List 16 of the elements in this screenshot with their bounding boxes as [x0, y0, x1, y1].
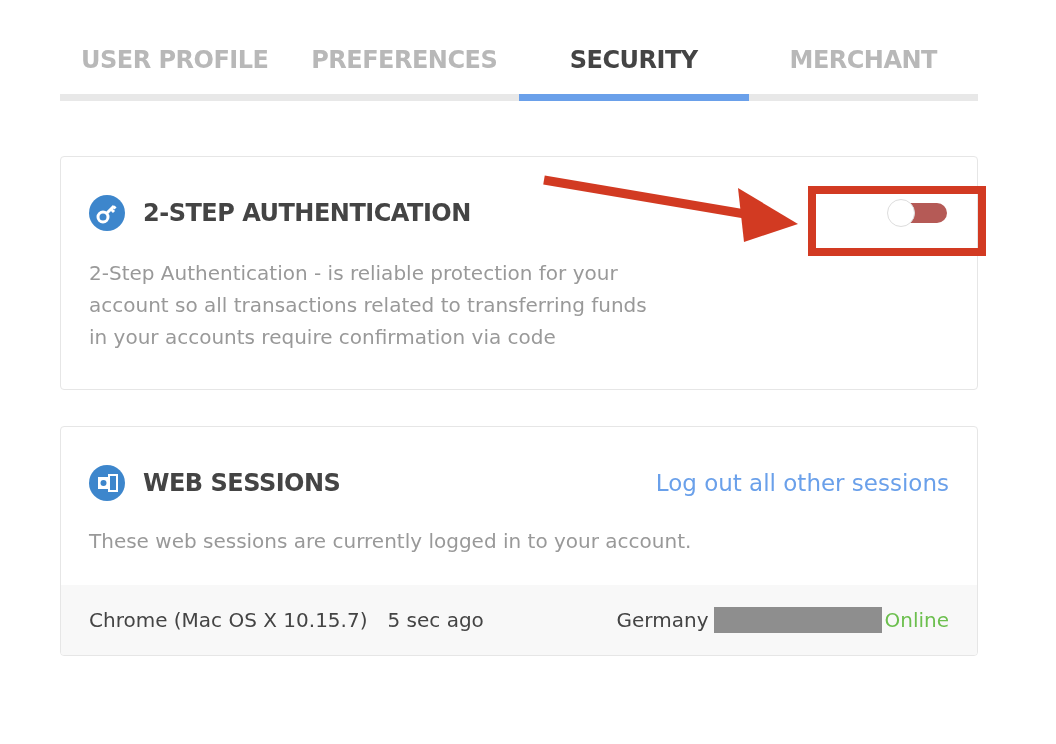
session-country: Germany — [616, 608, 709, 632]
logout-link[interactable]: Log out all other sessions — [655, 470, 949, 496]
tab[interactable]: SECURITY — [519, 46, 749, 101]
toggle-switch[interactable] — [887, 199, 947, 227]
section-description: These web sessions are currently logged in to your account. — [88, 528, 693, 555]
session-status: Online — [884, 608, 949, 632]
session-time: 5 sec ago — [387, 608, 484, 632]
browser-text: Chrome (Mac OS X 10.15.7) — [89, 608, 368, 632]
tab[interactable]: PREFERENCES — [289, 46, 519, 101]
tab[interactable]: MERCHANT — [748, 46, 978, 101]
mail-icon — [89, 465, 125, 501]
section-title: 2-STEP AUTHENTICATION — [143, 199, 472, 227]
tab[interactable]: USER PROFILE — [60, 46, 290, 101]
section-title: WEB SESSIONS — [143, 469, 342, 497]
key-icon — [89, 195, 125, 231]
section-description: 2-Step Authentication - is reliable protection for your account so all transactions related to transferring funds in your accounts require confirmation via code — [88, 260, 648, 351]
